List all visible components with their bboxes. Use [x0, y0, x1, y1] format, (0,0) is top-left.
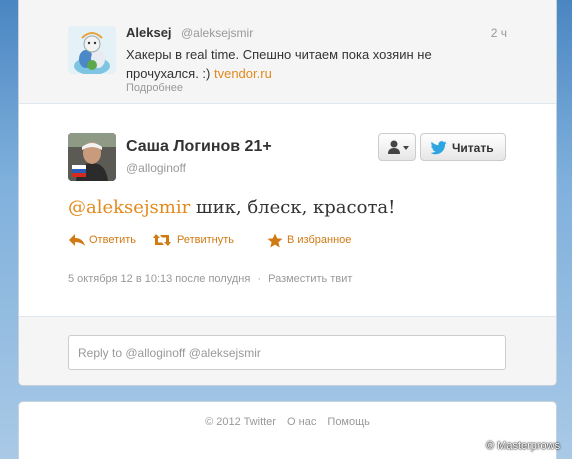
- tweet-actions: Ответить Ретвитнуть В избранное: [68, 231, 468, 251]
- tweet-text-body: Хакеры в real time. Спешно читаем пока х…: [126, 47, 432, 81]
- author-name[interactable]: Саша Логинов 21+: [126, 138, 272, 156]
- details-link[interactable]: Подробнее: [126, 82, 183, 94]
- reply-button[interactable]: Ответить: [68, 231, 143, 251]
- footer-links: © 2012 Twitter О нас Помощь: [19, 416, 556, 428]
- tweet-text: Хакеры в real time. Спешно читаем пока х…: [126, 45, 466, 83]
- reply-area: [19, 316, 556, 385]
- copyright-text: © 2012 Twitter: [205, 416, 276, 428]
- author-handle[interactable]: @alloginoff: [126, 161, 186, 175]
- favorite-label: В избранное: [287, 234, 352, 246]
- tweet-timestamp[interactable]: 5 октября 12 в 10:13 после полудня: [68, 273, 250, 285]
- watermark: © Masterprows: [486, 440, 561, 452]
- tweet-meta: 5 октября 12 в 10:13 после полудня · Раз…: [68, 273, 352, 285]
- retweet-icon: [153, 234, 171, 246]
- reply-arrow-icon: [69, 234, 85, 246]
- separator: ·: [257, 273, 262, 285]
- star-icon: [267, 233, 283, 248]
- retweet-label: Ретвитнуть: [177, 234, 235, 246]
- help-link[interactable]: Помощь: [327, 416, 370, 428]
- about-link[interactable]: О нас: [287, 416, 316, 428]
- mention-link[interactable]: @aleksejsmir: [68, 197, 190, 218]
- user-dropdown-icon: [388, 140, 409, 154]
- embed-link[interactable]: Разместить твит: [268, 273, 352, 285]
- favorite-button[interactable]: В избранное: [267, 231, 377, 251]
- avatar[interactable]: [68, 26, 116, 74]
- tweet-text-body: шик, блеск, красота!: [190, 197, 396, 218]
- tweet-link[interactable]: tvendor.ru: [214, 66, 272, 81]
- tweet-card: Aleksej @aleksejsmir 2 ч Хакеры в real t…: [18, 0, 557, 386]
- avatar-image: [68, 133, 116, 181]
- tweet-time[interactable]: 2 ч: [491, 26, 507, 40]
- user-actions-button[interactable]: [378, 133, 416, 161]
- retweet-button[interactable]: Ретвитнуть: [152, 231, 247, 251]
- reply-input[interactable]: [68, 335, 506, 370]
- author-name[interactable]: Aleksej: [126, 25, 172, 40]
- avatar[interactable]: [68, 133, 116, 181]
- follow-button[interactable]: Читать: [420, 133, 506, 161]
- twitter-bird-icon: [430, 141, 447, 155]
- reply-label: Ответить: [89, 234, 137, 246]
- avatar-image: [68, 26, 116, 74]
- author-handle[interactable]: @aleksejsmir: [181, 26, 253, 40]
- footer: © 2012 Twitter О нас Помощь: [18, 401, 557, 459]
- follow-label: Читать: [452, 141, 494, 155]
- previous-tweet[interactable]: Aleksej @aleksejsmir 2 ч Хакеры в real t…: [19, 0, 556, 104]
- tweet-text: @aleksejsmir шик, блеск, красота!: [68, 197, 395, 218]
